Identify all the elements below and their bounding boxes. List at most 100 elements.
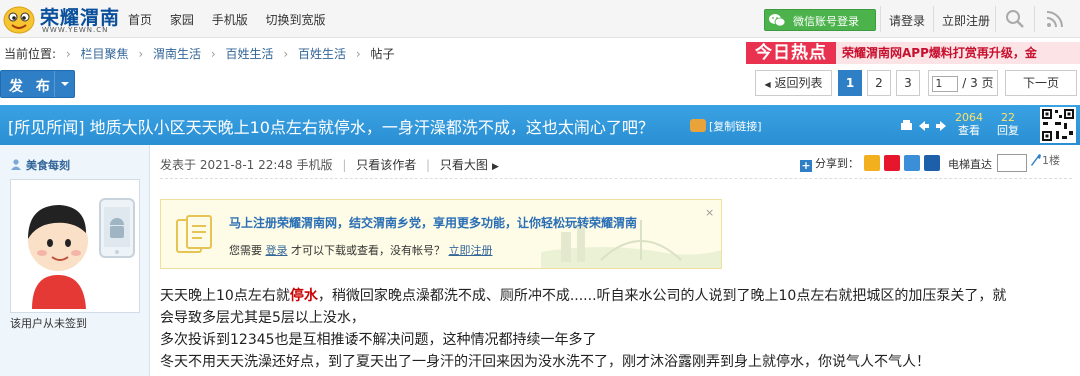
chevron-right-icon: › (355, 47, 361, 61)
dropdown-arrow-icon[interactable] (54, 71, 75, 97)
new-post-button[interactable]: 发 布 (0, 70, 75, 98)
plus-icon[interactable]: + (800, 160, 812, 172)
document-copy-icon (176, 215, 212, 253)
login-link[interactable]: 登录 (266, 244, 288, 257)
divider (1034, 6, 1035, 32)
wrench-icon (1031, 154, 1041, 166)
author-sign-status: 该用户从未签到 (10, 317, 87, 330)
logo-mascot-icon (3, 6, 35, 34)
back-to-list-button[interactable]: ◀ 返回列表 (755, 70, 832, 96)
reply-count-number: 22 (1001, 111, 1015, 124)
post-body: 天天晚上10点左右就停水，稍微回家晚点澡都洗不成、厕所冲不成......听自来水… (160, 285, 1070, 373)
nav-item-home[interactable]: 首页 (128, 13, 152, 27)
only-images-link[interactable]: 只看大图 (440, 158, 488, 172)
keyword-highlight[interactable]: 停水 (290, 288, 318, 304)
site-url: WWW.YEWN.CN (42, 26, 109, 34)
wechat-icon (769, 14, 785, 27)
thread-title-bar: [所见所闻] 地质大队小区天天晚上10点左右就停水，一身汗澡都洗不成，这也太闹心… (0, 105, 1080, 145)
register-link[interactable]: 立即注册 (449, 244, 493, 257)
tencent-weibo-share-icon[interactable] (904, 155, 920, 171)
floor-number: 1楼 (1030, 152, 1060, 168)
nav-item-home-space[interactable]: 家园 (170, 13, 194, 27)
divider (933, 6, 934, 32)
reply-count: 22 回复 (993, 111, 1023, 137)
page-jump-input[interactable]: 1 (932, 75, 959, 92)
thread-title: [所见所闻] 地质大队小区天天晚上10点左右就停水，一身汗澡都洗不成，这也太闹心… (8, 118, 654, 137)
main-nav: 首页 家园 手机版 切换到宽版 (128, 11, 340, 28)
view-count: 2064 查看 (954, 111, 984, 137)
register-prompt-subtitle: 您需要 登录 才可以下载或查看，没有帐号？ 立即注册 (229, 244, 493, 257)
post-paragraph: 冬天不用天天洗澡还好点，到了夏天出了一身汗的汗回来因为没水洗不了，刚才沐浴露刚弄… (160, 354, 930, 370)
reply-count-label: 回复 (997, 124, 1019, 137)
triangle-right-icon: ▶ (491, 162, 499, 172)
breadcrumb-current: 帖子 (370, 47, 395, 61)
breadcrumb-item[interactable]: 百姓生活 (298, 47, 346, 61)
nav-item-wide[interactable]: 切换到宽版 (266, 13, 326, 27)
page-button[interactable]: 3 (896, 70, 920, 96)
post-paragraph: 多次投诉到12345也是互相推诿不解决问题，这种情况都持续一年多了 (160, 332, 597, 348)
hot-news-ticker[interactable]: 荣耀渭南网APP爆料打赏再升级，金 (836, 42, 1080, 64)
author-name: 美食每刻 (26, 159, 70, 172)
back-to-list-label: 返回列表 (774, 76, 823, 90)
register-prompt: 马上注册荣耀渭南网，结交渭南乡党，享用更多功能，让你轻松玩转荣耀渭南 您需要 登… (160, 199, 722, 269)
next-page-label: 下一页 (1022, 76, 1059, 90)
hot-news-banner[interactable]: 今日热点 荣耀渭南网APP爆料打赏再升级，金 (746, 42, 1080, 64)
close-icon[interactable]: × (705, 206, 714, 219)
link-icon (690, 119, 706, 132)
renren-share-icon[interactable] (924, 155, 940, 171)
chevron-right-icon: › (65, 47, 71, 61)
elevator-input[interactable] (997, 154, 1027, 172)
share-label: 分享到： (815, 157, 859, 170)
post-paragraph: 会导致多层尤其是5层以上没水， (160, 310, 365, 326)
elevator-label: 电梯直达 (948, 158, 992, 171)
register-link[interactable]: 立即注册 (942, 12, 990, 29)
avatar[interactable] (14, 183, 136, 309)
page-button[interactable]: 2 (867, 70, 891, 96)
breadcrumb: 当前位置: › 栏目聚焦 › 渭南生活 › 百姓生活 › 百姓生活 › 帖子 (4, 45, 394, 62)
triangle-left-icon: ◀ (764, 80, 771, 89)
copy-link-button[interactable]: [复制链接] (690, 118, 762, 134)
page-total: / 3 页 (962, 76, 994, 90)
page-jump: 1 / 3 页 (928, 70, 998, 96)
page-button[interactable]: 1 (838, 70, 862, 96)
chevron-right-icon: › (138, 47, 144, 61)
top-bar: 荣耀渭南 WWW.YEWN.CN 首页 家园 手机版 切换到宽版 微信账号登录 … (0, 0, 1080, 38)
divider: | (426, 158, 431, 172)
rss-icon[interactable] (1044, 8, 1066, 30)
qr-code-icon[interactable] (1040, 107, 1076, 143)
author-name-link[interactable]: 美食每刻 (10, 157, 70, 173)
hot-news-label: 今日热点 (746, 42, 836, 64)
user-icon (11, 159, 21, 170)
chevron-right-icon: › (283, 47, 289, 61)
view-count-number: 2064 (955, 111, 983, 124)
login-link[interactable]: 请登录 (889, 12, 925, 29)
site-logo[interactable]: 荣耀渭南 WWW.YEWN.CN (2, 2, 124, 36)
new-post-label: 发 布 (9, 79, 54, 95)
chevron-right-icon: › (210, 47, 216, 61)
only-author-link[interactable]: 只看该作者 (356, 158, 416, 172)
weibo-share-icon[interactable] (884, 155, 900, 171)
copy-link-label: [复制链接] (709, 120, 762, 133)
view-count-label: 查看 (958, 124, 980, 137)
author-sidebar: 美食每刻 该用户从未签到 (0, 145, 150, 376)
print-prev-next-icons[interactable] (900, 119, 950, 133)
search-icon[interactable] (1004, 8, 1026, 30)
divider (880, 6, 881, 32)
post-date: 发表于 2021-8-1 22:48 手机版 (160, 158, 333, 172)
breadcrumb-item[interactable]: 百姓生活 (225, 47, 273, 61)
breadcrumb-item[interactable]: 栏目聚焦 (81, 47, 129, 61)
breadcrumb-item[interactable]: 渭南生活 (153, 47, 201, 61)
breadcrumb-prefix: 当前位置: (4, 47, 57, 61)
divider (995, 6, 996, 32)
divider (160, 178, 1072, 179)
share-bar: + 分享到： (800, 155, 859, 172)
wechat-login-button[interactable]: 微信账号登录 (764, 9, 876, 31)
post-meta: 发表于 2021-8-1 22:48 手机版 | 只看该作者 | 只看大图 ▶ (160, 156, 499, 173)
post-paragraph: 天天晚上10点左右就停水，稍微回家晚点澡都洗不成、厕所冲不成......听自来水… (160, 288, 1007, 304)
qzone-share-icon[interactable] (864, 155, 880, 171)
wechat-login-label: 微信账号登录 (793, 15, 859, 28)
nav-item-mobile[interactable]: 手机版 (212, 13, 248, 27)
next-page-button[interactable]: 下一页 (1005, 70, 1077, 96)
register-prompt-title: 马上注册荣耀渭南网，结交渭南乡党，享用更多功能，让你轻松玩转荣耀渭南 (229, 216, 638, 230)
divider: | (342, 158, 347, 172)
